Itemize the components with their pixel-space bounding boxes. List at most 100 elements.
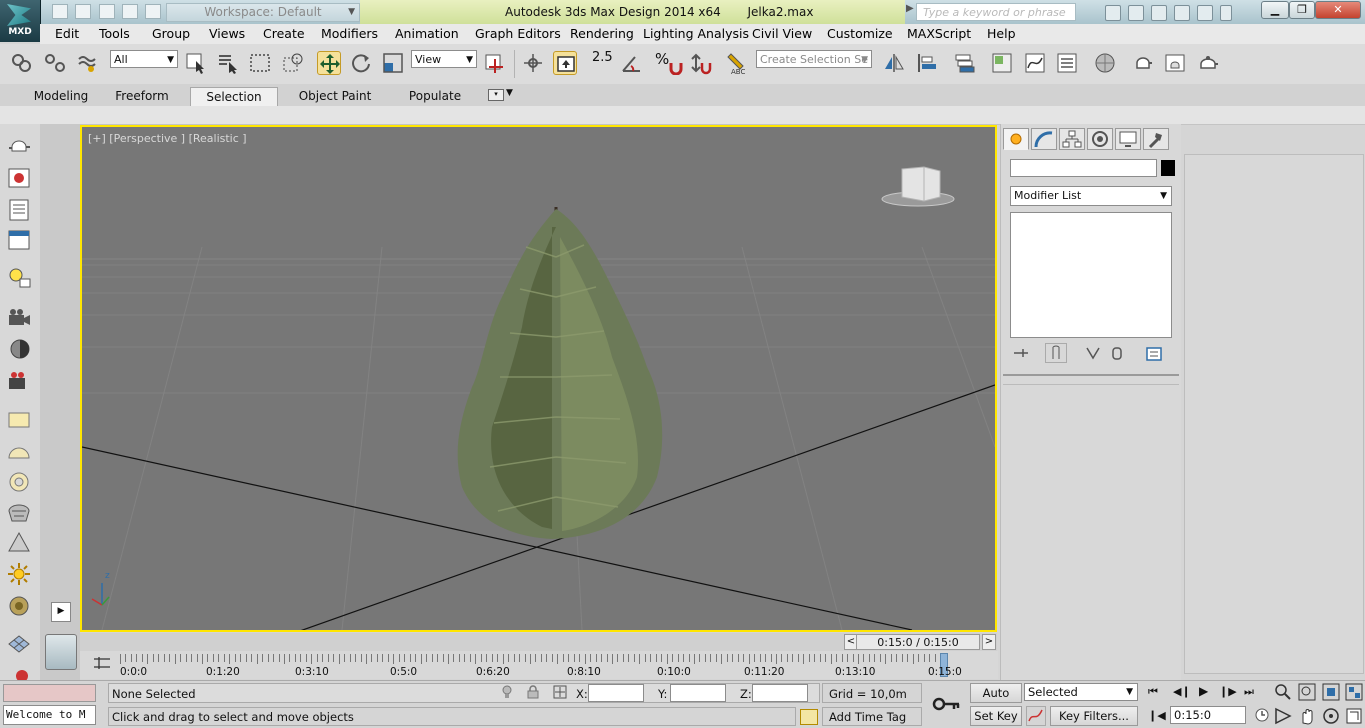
current-frame-field[interactable]: 0:15:0 <box>1170 706 1246 724</box>
tab-modeling[interactable]: Modeling <box>18 87 104 106</box>
workspace-dropdown[interactable]: Workspace: Default ▼ <box>166 3 360 22</box>
render-setup-icon[interactable] <box>1131 51 1155 75</box>
make-unique-icon[interactable] <box>1085 346 1101 360</box>
percent-snap-magnet-icon[interactable] <box>664 51 683 76</box>
sphere-primitive-icon[interactable] <box>6 440 32 464</box>
render-environment-icon[interactable] <box>6 337 32 361</box>
orbit-icon[interactable] <box>1322 707 1340 725</box>
select-by-name-icon[interactable] <box>216 51 240 75</box>
open-file-icon[interactable] <box>75 4 91 19</box>
select-and-rotate-icon[interactable] <box>349 51 373 75</box>
modify-panel-icon[interactable] <box>1031 128 1057 150</box>
play-icon[interactable]: ▶ <box>51 602 71 622</box>
menu-help[interactable]: Help <box>987 26 1016 41</box>
perspective-viewport[interactable]: [+] [Perspective ] [Realistic ] z <box>80 125 997 632</box>
edit-named-selection-icon[interactable]: ABC <box>725 51 749 76</box>
show-end-result-icon[interactable] <box>1045 343 1067 363</box>
layer-explorer-icon[interactable] <box>6 198 32 222</box>
angle-snap-icon[interactable] <box>620 51 644 75</box>
application-button[interactable]: MXD <box>0 0 41 42</box>
next-frame-button[interactable]: > <box>982 634 996 650</box>
select-and-move-icon[interactable] <box>317 51 341 75</box>
play-animation-icon[interactable]: ▶ <box>1199 684 1213 698</box>
chevron-right-icon[interactable]: ▶ <box>906 3 914 14</box>
zoom-all-icon[interactable] <box>1298 683 1316 701</box>
go-to-start-icon[interactable]: ⏮ <box>1148 685 1164 699</box>
key-filters-button[interactable]: Key Filters... <box>1050 706 1138 726</box>
zoom-extents-all-icon[interactable] <box>1345 683 1363 701</box>
configure-modifier-sets-icon[interactable] <box>1145 346 1163 362</box>
modifier-stack[interactable] <box>1010 212 1172 338</box>
menu-group[interactable]: Group <box>152 26 190 41</box>
maxscript-mini-listener[interactable]: Welcome to M <box>3 705 96 725</box>
new-file-icon[interactable] <box>52 4 68 19</box>
select-and-scale-icon[interactable] <box>381 51 405 75</box>
auto-key-button[interactable]: Auto Key <box>970 683 1022 718</box>
pin-stack-icon[interactable] <box>1013 346 1029 360</box>
torus-primitive-icon[interactable] <box>6 470 32 494</box>
maximize-viewport-icon[interactable] <box>1345 707 1363 725</box>
graphite-modeling-tools-icon[interactable] <box>990 51 1014 75</box>
sun-light-icon[interactable] <box>6 562 32 586</box>
reference-coordinate-dropdown[interactable]: View ▼ <box>411 50 477 68</box>
tab-freeform[interactable]: Freeform <box>104 87 180 106</box>
undo-icon[interactable] <box>122 4 138 19</box>
menu-tools[interactable]: Tools <box>99 26 130 41</box>
select-object-icon[interactable] <box>184 51 208 75</box>
help-icon[interactable] <box>1197 5 1213 21</box>
tab-object-paint[interactable]: Object Paint <box>290 87 380 106</box>
bind-to-space-warp-icon[interactable] <box>76 51 100 75</box>
z-coordinate-field[interactable] <box>752 684 808 702</box>
key-icon[interactable] <box>932 695 962 713</box>
schematic-view-icon[interactable] <box>1055 51 1079 75</box>
object-name-field[interactable] <box>1010 159 1157 177</box>
menu-create[interactable]: Create <box>263 26 305 41</box>
modifier-list-dropdown[interactable]: Modifier List ▼ <box>1010 186 1172 206</box>
menu-animation[interactable]: Animation <box>395 26 459 41</box>
object-color-swatch[interactable] <box>1161 160 1175 176</box>
menu-civil-view[interactable]: Civil View <box>752 26 812 41</box>
grid-helper-icon[interactable] <box>6 630 32 654</box>
next-key-icon[interactable]: ❙▶ <box>1219 685 1237 699</box>
go-to-end-icon[interactable]: ⏭ <box>1244 685 1260 699</box>
chevron-down-icon[interactable] <box>1220 5 1232 21</box>
spinner-snap-icon[interactable] <box>688 51 712 75</box>
manage-layers-icon[interactable] <box>953 51 977 75</box>
light-lister-icon[interactable] <box>6 266 32 290</box>
motion-panel-icon[interactable] <box>1087 128 1113 150</box>
use-pivot-point-center-icon[interactable] <box>483 51 507 75</box>
mirror-icon[interactable] <box>882 51 906 75</box>
save-file-icon[interactable] <box>99 4 115 19</box>
selection-lock-icon[interactable] <box>527 685 539 699</box>
track-view-icon[interactable] <box>6 228 32 252</box>
scene-explorer-icon[interactable] <box>6 166 32 190</box>
menu-views[interactable]: Views <box>209 26 245 41</box>
cone-primitive-icon[interactable] <box>6 531 32 555</box>
key-mode-toggle-icon[interactable]: ❙◀ <box>1148 709 1166 723</box>
zoom-extents-icon[interactable] <box>1322 683 1340 701</box>
menu-lighting-analysis[interactable]: Lighting Analysis <box>643 26 749 41</box>
chevron-down-icon[interactable]: ▼ <box>506 88 513 98</box>
daylight-system-icon[interactable] <box>6 594 32 618</box>
menu-maxscript[interactable]: MAXScript <box>907 26 971 41</box>
favorites-star-icon[interactable] <box>1174 5 1190 21</box>
isolate-selection-icon[interactable] <box>501 685 513 699</box>
key-mode-dropdown[interactable]: Selected ▼ <box>1024 683 1138 701</box>
display-panel-icon[interactable] <box>1115 128 1141 150</box>
absolute-transform-icon[interactable] <box>552 684 568 700</box>
viewport-label[interactable]: [+] [Perspective ] [Realistic ] <box>88 132 247 145</box>
previous-key-icon[interactable]: ◀❙ <box>1173 685 1191 699</box>
geosphere-primitive-icon[interactable] <box>6 501 32 525</box>
named-selection-sets-dropdown[interactable]: Create Selection Se ▼ <box>756 50 872 68</box>
render-camera-icon[interactable] <box>6 369 32 393</box>
tab-selection[interactable]: Selection <box>190 87 278 107</box>
pan-view-icon[interactable] <box>1298 707 1316 725</box>
create-panel-icon[interactable] <box>1003 128 1029 150</box>
utilities-panel-icon[interactable] <box>1143 128 1169 150</box>
window-crossing-icon[interactable] <box>281 51 305 75</box>
teapot-icon[interactable] <box>6 134 32 158</box>
maximize-button[interactable]: ❐ <box>1289 1 1315 19</box>
rectangular-selection-icon[interactable] <box>248 51 272 75</box>
subscription-icon[interactable] <box>1128 5 1144 21</box>
zoom-icon[interactable] <box>1274 683 1292 701</box>
